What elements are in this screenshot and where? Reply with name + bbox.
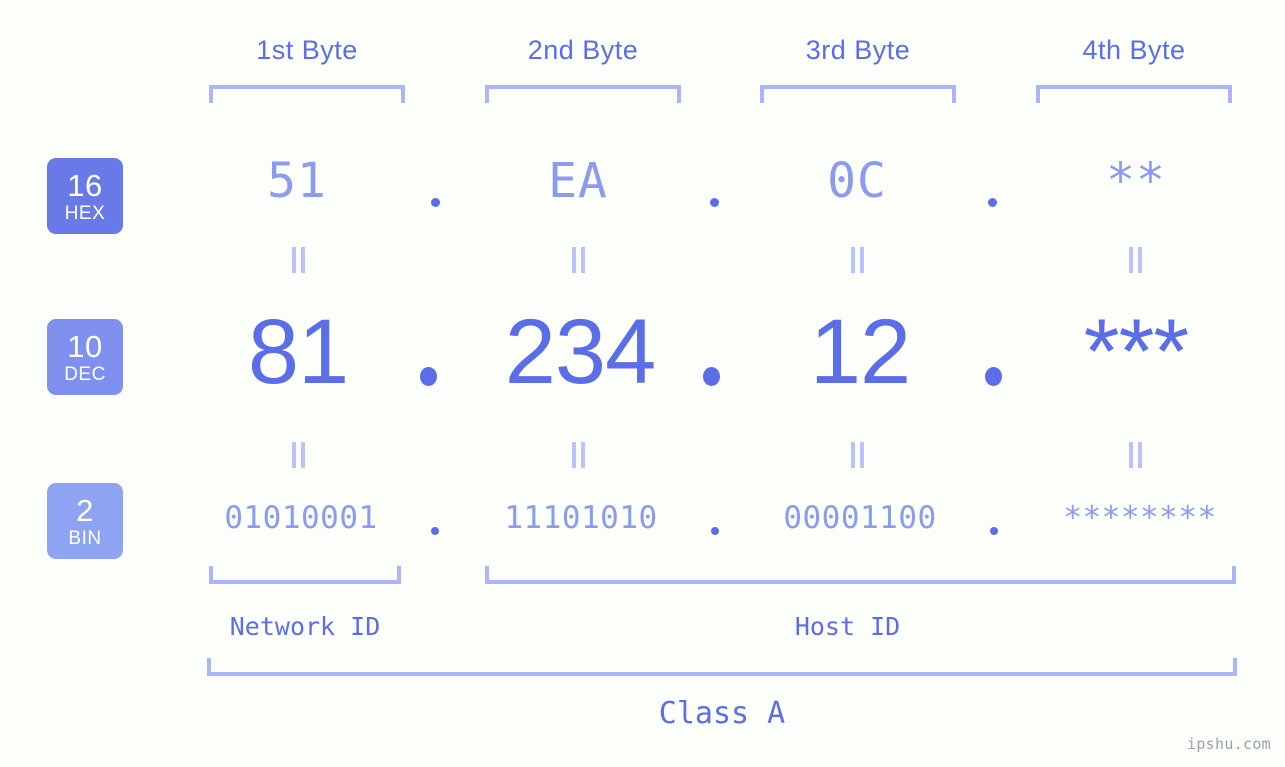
byte-bracket-1 bbox=[209, 85, 405, 103]
bin-octet-3: 00001100 bbox=[783, 500, 937, 536]
dec-octet-1: 81 bbox=[247, 301, 349, 403]
base-badge-dec-number: 10 bbox=[67, 328, 103, 364]
byte-column-title-2: 2nd Byte bbox=[527, 35, 639, 65]
base-badge-bin-number: 2 bbox=[76, 492, 94, 528]
equals-mark-dec-bin-1 bbox=[292, 442, 305, 468]
equals-mark-hex-dec-3 bbox=[851, 247, 864, 273]
hex-separator-dot-1 bbox=[431, 198, 440, 207]
base-badge-hex: 16 HEX bbox=[47, 158, 123, 234]
bin-octet-2: 11101010 bbox=[504, 500, 658, 536]
base-badge-bin: 2 BIN bbox=[47, 483, 123, 559]
watermark: ipshu.com bbox=[1187, 735, 1271, 753]
dec-separator-dot-3 bbox=[985, 367, 1002, 386]
network-id-label: Network ID bbox=[229, 612, 381, 641]
byte-bracket-4 bbox=[1036, 85, 1232, 103]
hex-octet-4: ** bbox=[1106, 153, 1166, 209]
equals-mark-dec-bin-3 bbox=[851, 442, 864, 468]
bin-octet-1: 01010001 bbox=[224, 500, 378, 536]
bin-separator-dot-2 bbox=[711, 527, 719, 535]
hex-octet-2: EA bbox=[548, 153, 608, 209]
equals-mark-hex-dec-2 bbox=[572, 247, 585, 273]
hex-octet-1: 51 bbox=[267, 153, 327, 209]
dec-separator-dot-1 bbox=[420, 367, 437, 386]
host-id-label: Host ID bbox=[794, 612, 901, 641]
class-bracket bbox=[207, 658, 1237, 676]
equals-mark-dec-bin-2 bbox=[572, 442, 585, 468]
byte-column-title-4: 4th Byte bbox=[1082, 35, 1186, 65]
byte-bracket-3 bbox=[760, 85, 956, 103]
base-badge-hex-abbr: HEX bbox=[64, 202, 106, 224]
equals-mark-hex-dec-4 bbox=[1129, 247, 1142, 273]
bin-octet-4: ******** bbox=[1063, 500, 1217, 536]
equals-mark-dec-bin-4 bbox=[1129, 442, 1142, 468]
dec-separator-dot-2 bbox=[703, 367, 720, 386]
byte-column-title-3: 3rd Byte bbox=[805, 35, 911, 65]
base-badge-dec-abbr: DEC bbox=[64, 363, 106, 385]
ip-address-breakdown-diagram: 1st Byte 2nd Byte 3rd Byte 4th Byte 16 H… bbox=[0, 0, 1285, 767]
dec-octet-3: 12 bbox=[809, 301, 911, 403]
bin-separator-dot-1 bbox=[431, 527, 439, 535]
equals-mark-hex-dec-1 bbox=[292, 247, 305, 273]
hex-separator-dot-2 bbox=[710, 198, 719, 207]
dec-octet-2: 234 bbox=[504, 301, 657, 403]
base-badge-dec: 10 DEC bbox=[47, 319, 123, 395]
hex-separator-dot-3 bbox=[988, 198, 997, 207]
byte-column-title-1: 1st Byte bbox=[256, 35, 358, 65]
bin-separator-dot-3 bbox=[990, 527, 998, 535]
network-id-bracket bbox=[209, 566, 401, 584]
host-id-bracket bbox=[485, 566, 1236, 584]
class-label: Class A bbox=[658, 696, 786, 731]
dec-octet-4: *** bbox=[1083, 301, 1189, 403]
hex-octet-3: 0C bbox=[827, 153, 887, 209]
base-badge-bin-abbr: BIN bbox=[68, 527, 102, 549]
byte-bracket-2 bbox=[485, 85, 681, 103]
base-badge-hex-number: 16 bbox=[67, 167, 103, 203]
